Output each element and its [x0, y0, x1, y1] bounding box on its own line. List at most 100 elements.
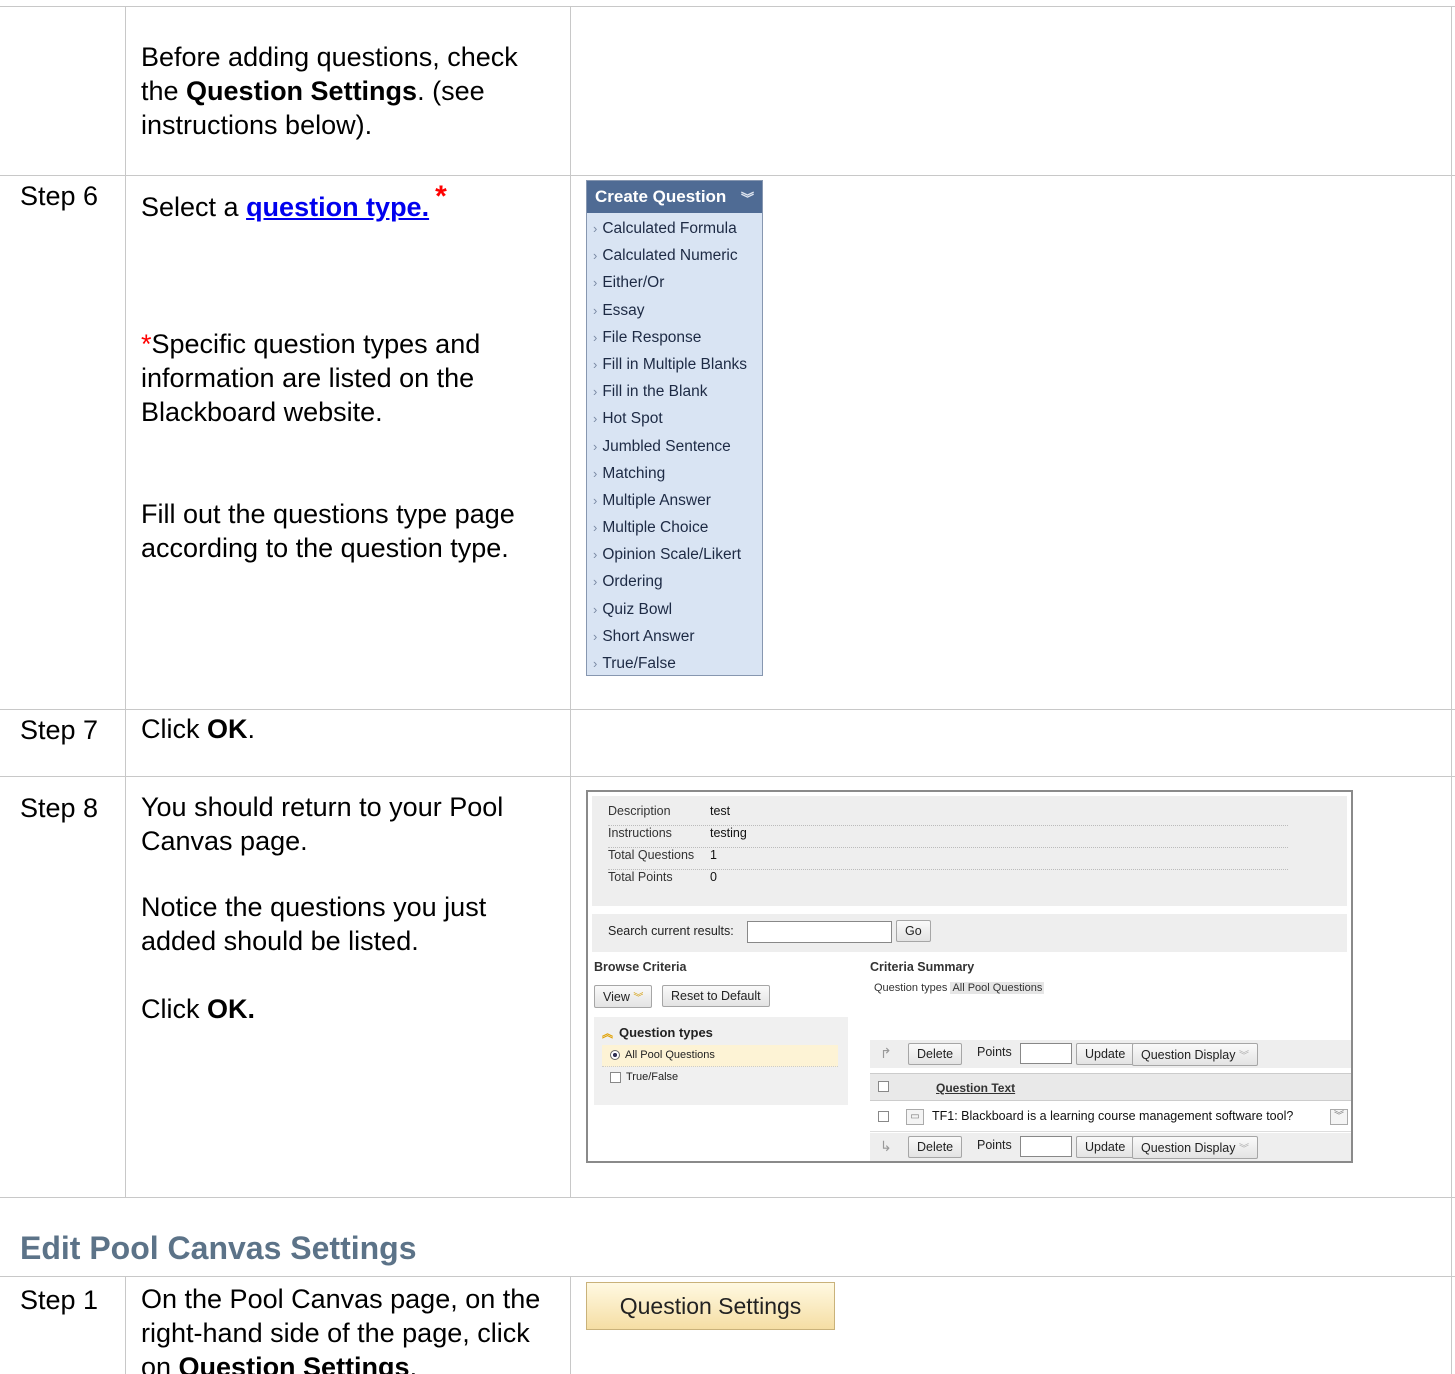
chevron-right-icon: › [593, 438, 598, 454]
points-input-top[interactable] [1020, 1043, 1072, 1064]
checkbox[interactable] [610, 1071, 621, 1083]
grid-col-line-4 [570, 1276, 571, 1374]
search-input[interactable] [747, 921, 892, 943]
create-question-item[interactable]: › Quiz Bowl [587, 596, 762, 623]
intro-text: Before adding questions, check the Quest… [141, 42, 518, 140]
chevron-right-icon: › [593, 492, 598, 508]
question-settings-button[interactable]: Question Settings [586, 1282, 835, 1330]
step8-text2: Notice the questions you just added shou… [141, 892, 487, 956]
edit-step1-text: On the Pool Canvas page, on the right-ha… [141, 1284, 541, 1374]
pool-canvas-screenshot: Description test Instructions testing Tota… [586, 790, 1353, 1163]
step8-label: Step 8 [20, 793, 99, 823]
question-text-column[interactable]: Question Text [936, 1081, 1015, 1095]
browse-criteria-title: Browse Criteria [594, 960, 687, 974]
points-label-bottom: Points [977, 1138, 1012, 1152]
create-question-item[interactable]: › Either/Or [587, 269, 762, 296]
create-question-item[interactable]: › Calculated Numeric [587, 242, 762, 269]
create-question-item[interactable]: › Multiple Choice [587, 514, 762, 541]
step6-note: *Specific question types and information… [141, 329, 481, 427]
pool-info-panel: Description test Instructions testing Tota… [592, 796, 1347, 906]
filter-all-pool-questions[interactable]: All Pool Questions [602, 1045, 838, 1067]
question-display-button-top[interactable]: Question Display ︾ [1132, 1043, 1258, 1066]
required-star: * [435, 180, 447, 213]
chevron-right-icon: › [593, 465, 598, 481]
chevron-right-icon: › [593, 601, 598, 617]
grid-col-line-2 [570, 6, 571, 1198]
create-question-item[interactable]: › Fill in Multiple Blanks [587, 351, 762, 378]
search-bar: Search current results: Go [592, 914, 1347, 952]
chevron-right-icon: › [593, 221, 598, 236]
create-question-item[interactable]: › Essay [587, 297, 762, 324]
create-question-list: › Calculated Formula › Calculated Numeric › E… [587, 213, 762, 677]
chevron-right-icon: › [593, 384, 598, 400]
create-question-item[interactable]: › File Response [587, 324, 762, 351]
row-menu-chevron-icon[interactable]: ︾ [1330, 1109, 1348, 1125]
edit-step1-label: Step 1 [20, 1285, 99, 1315]
chevron-down-icon: ︾ [1238, 1144, 1249, 1155]
create-question-item[interactable]: › Multiple Answer [587, 487, 762, 514]
grid-row-line-5 [0, 1276, 1455, 1277]
grid-right-border [1451, 6, 1452, 1374]
go-button[interactable]: Go [896, 920, 931, 942]
grid-row-line-1 [0, 175, 1455, 176]
update-button-top[interactable]: Update [1076, 1043, 1135, 1065]
info-row-description: Description test [608, 804, 1288, 826]
step7-text: Click OK. [141, 714, 256, 744]
chevron-right-icon: › [593, 411, 598, 427]
create-question-item[interactable]: › Jumbled Sentence [587, 433, 762, 460]
select-all-checkbox[interactable] [878, 1081, 889, 1092]
view-button[interactable]: View ︾ [594, 985, 653, 1008]
chevron-right-icon: › [593, 628, 598, 644]
reset-to-default-button[interactable]: Reset to Default [662, 985, 770, 1007]
chevron-right-icon: › [593, 302, 598, 318]
preview-icon[interactable]: ▭ [906, 1109, 924, 1125]
step6-select-text: Select a question type. * [141, 180, 447, 222]
step8-click-ok: Click OK. [141, 994, 256, 1024]
info-row-instructions: Instructions testing [608, 826, 1288, 848]
question-row-text: TF1: Blackboard is a learning course man… [932, 1109, 1294, 1123]
info-row-total-points: Total Points 0 [608, 870, 717, 884]
criteria-summary-value: Question types All Pool Questions [874, 982, 1045, 994]
question-table-header: Question Text [870, 1073, 1351, 1101]
create-question-header[interactable]: Create Question ︾ [587, 181, 762, 213]
points-input-bottom[interactable] [1020, 1136, 1072, 1157]
question-types-filter: ︽ Question types All Pool Questions True/… [594, 1017, 848, 1105]
chevron-right-icon: › [593, 329, 598, 345]
question-display-button-bottom[interactable]: Question Display ︾ [1132, 1136, 1258, 1159]
row-checkbox[interactable] [878, 1111, 889, 1122]
chevron-right-icon: › [593, 656, 598, 671]
info-row-total-questions: Total Questions 1 [608, 848, 1288, 870]
create-question-item[interactable]: › Calculated Formula [587, 215, 762, 242]
create-question-item[interactable]: › Fill in the Blank [587, 378, 762, 405]
table-row: ▭ TF1: Blackboard is a learning course m… [870, 1102, 1351, 1132]
radio-selected-icon[interactable] [610, 1050, 620, 1061]
chevron-right-icon: › [593, 248, 598, 264]
create-question-item[interactable]: › True/False [587, 650, 762, 677]
delete-button-top[interactable]: Delete [908, 1043, 963, 1065]
grid-row-line-2 [0, 709, 1455, 710]
question-type-link[interactable]: question type. [246, 192, 429, 222]
create-question-item[interactable]: › Ordering [587, 568, 762, 595]
create-question-item[interactable]: › Short Answer [587, 623, 762, 650]
create-question-item[interactable]: › Opinion Scale/Likert [587, 541, 762, 568]
points-label-top: Points [977, 1045, 1012, 1059]
action-bar-top: ↱ Delete Points Update Question Display … [870, 1040, 1351, 1068]
step6-fill-text: Fill out the questions type page accordi… [141, 499, 515, 563]
chevron-right-icon: › [593, 574, 598, 590]
question-types-heading[interactable]: ︽ Question types [602, 1025, 713, 1041]
create-question-item[interactable]: › Matching [587, 460, 762, 487]
create-question-item[interactable]: › Hot Spot [587, 405, 762, 432]
update-button-bottom[interactable]: Update [1076, 1136, 1135, 1158]
double-chevron-down-icon[interactable]: ︾ [741, 188, 754, 207]
grid-row-line-4 [0, 1197, 1455, 1198]
filter-true-false[interactable]: True/False [602, 1071, 678, 1083]
step7-label: Step 7 [20, 715, 99, 745]
grid-col-line-3 [125, 1276, 126, 1374]
section-title-edit-pool-canvas: Edit Pool Canvas Settings [20, 1230, 417, 1266]
bend-arrow-icon: ↳ [880, 1138, 892, 1154]
delete-button-bottom[interactable]: Delete [908, 1136, 963, 1158]
step8-text1: You should return to your Pool Canvas pa… [141, 792, 504, 856]
chevron-right-icon: › [593, 520, 598, 536]
create-question-menu: Create Question ︾ › Calculated Formula › Ca… [586, 180, 763, 676]
search-label: Search current results: [608, 924, 734, 938]
